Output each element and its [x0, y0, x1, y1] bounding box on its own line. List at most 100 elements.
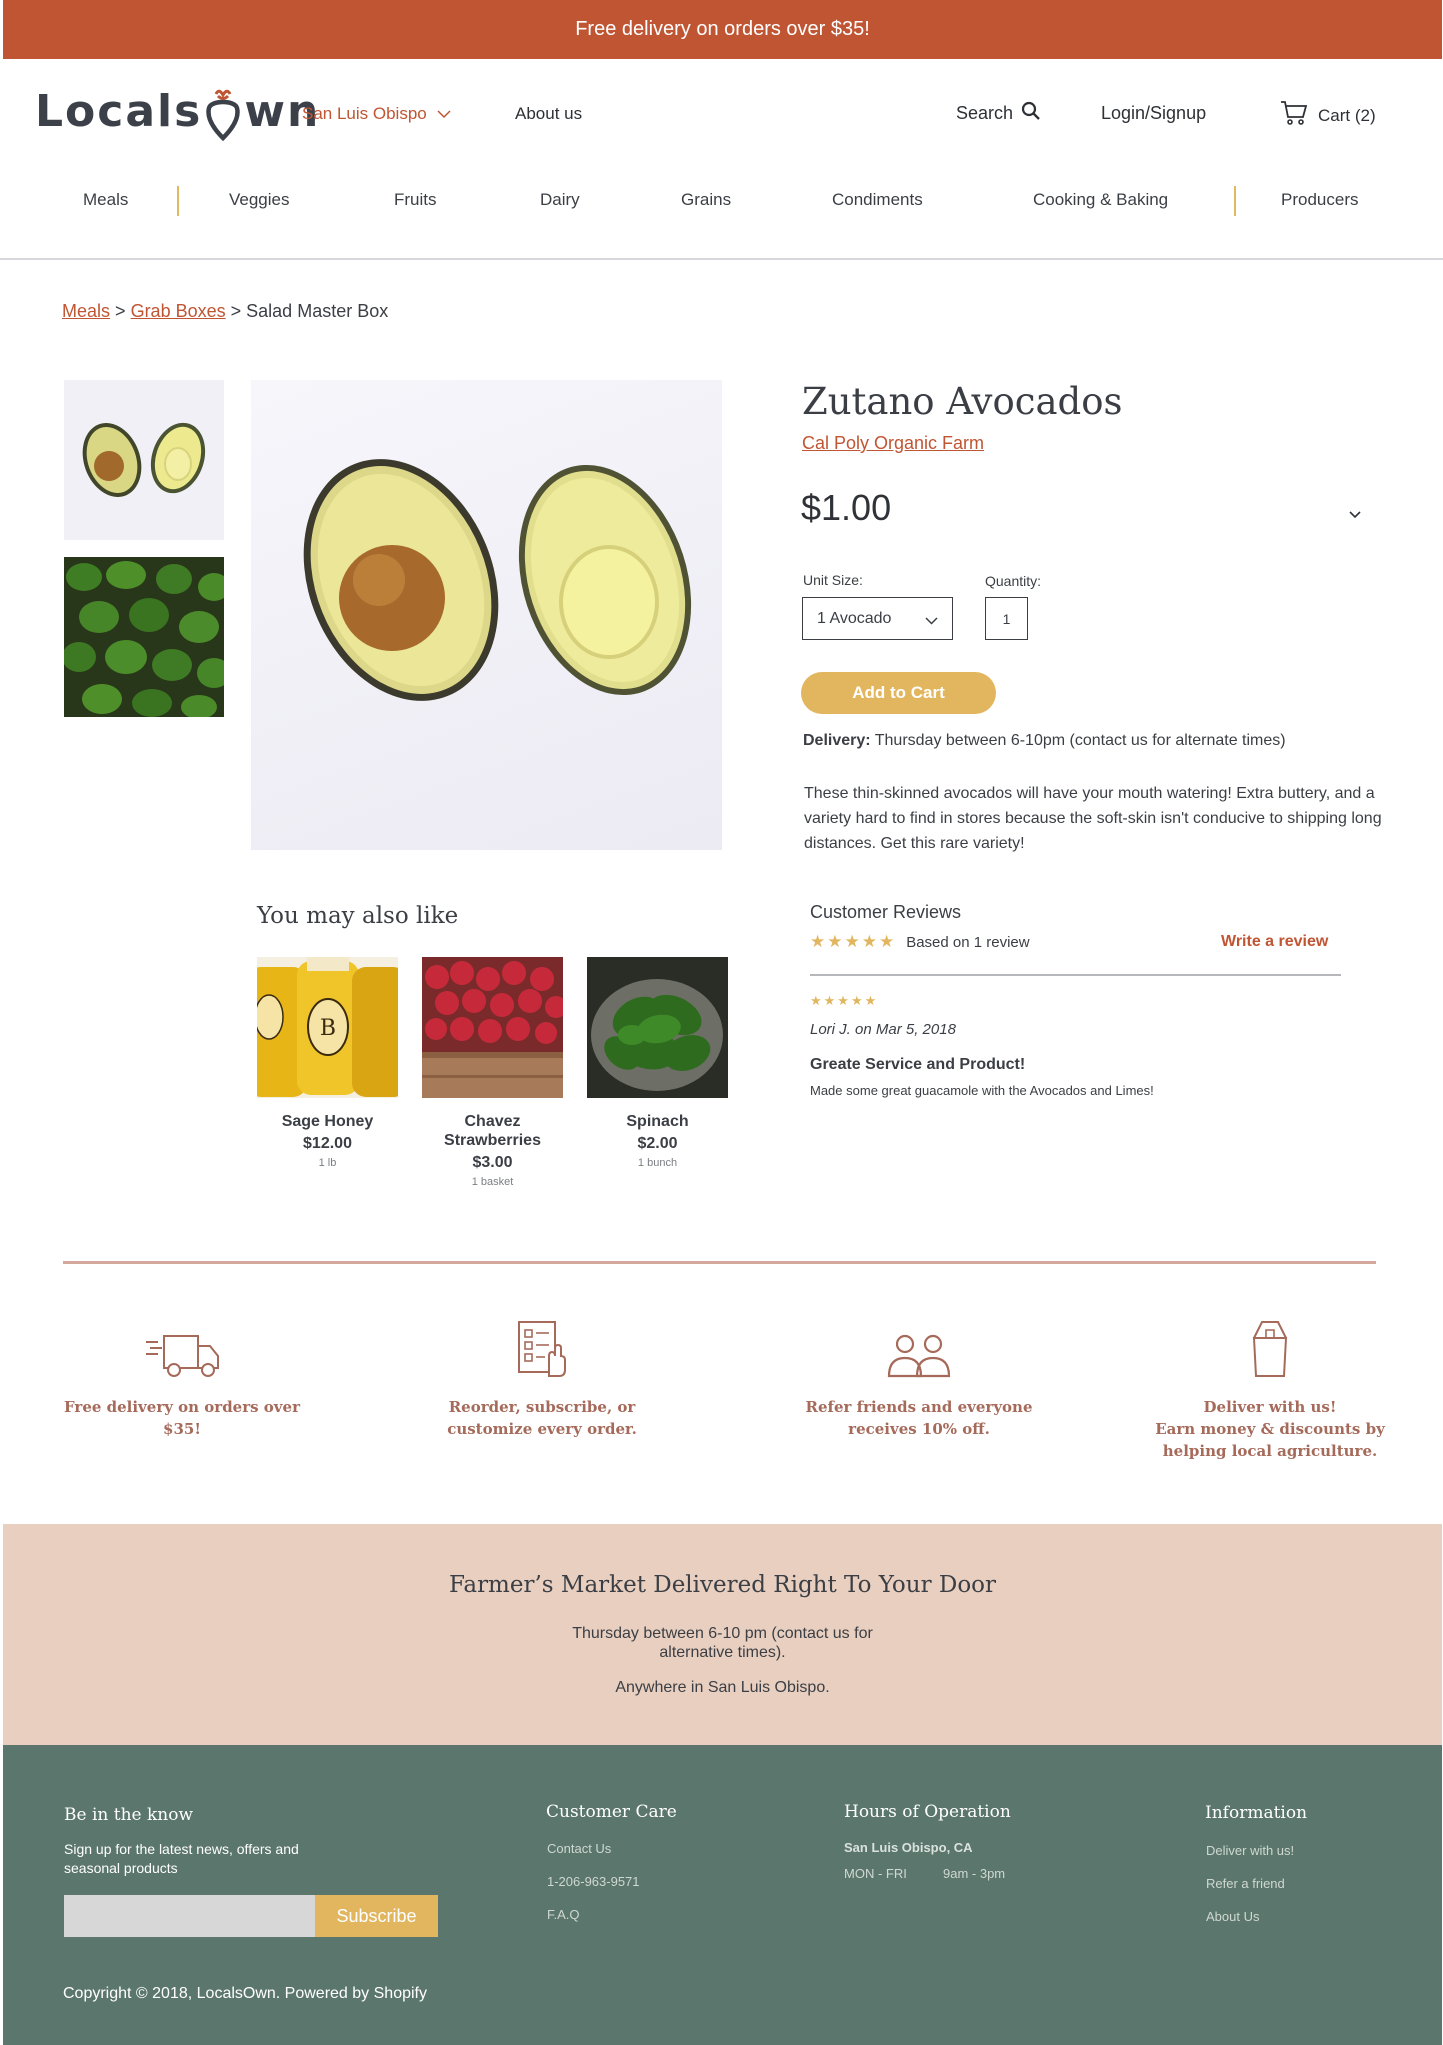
- feature-deliver-with-us: Deliver with us! Earn money & discounts …: [1139, 1318, 1401, 1462]
- delivery-info: Delivery: Thursday between 6-10pm (conta…: [803, 732, 1286, 750]
- add-to-cart-button[interactable]: Add to Cart: [801, 672, 996, 714]
- reviews-count: Based on 1 review: [906, 933, 1030, 951]
- breadcrumb: Meals > Grab Boxes > Salad Master Box: [62, 301, 388, 322]
- footer-hours-time: 9am - 3pm: [943, 1866, 1006, 1881]
- breadcrumb-separator: >: [115, 301, 126, 321]
- footer-newsletter-text: Sign up for the latest news, offers and …: [64, 1841, 299, 1876]
- feature-referral: Refer friends and everyone receives 10% …: [789, 1318, 1049, 1440]
- announcement-bar: Free delivery on orders over $35!: [3, 0, 1442, 59]
- nav-item-fruits[interactable]: Fruits: [394, 190, 437, 210]
- newsletter-email-input[interactable]: [64, 1895, 315, 1937]
- recommended-product[interactable]: Chavez Strawberries $3.00 1 basket: [422, 957, 563, 1188]
- review-author: Lori J. on Mar 5, 2018: [810, 1021, 956, 1038]
- quantity-input[interactable]: 1: [985, 597, 1028, 640]
- footer-hours-location: San Luis Obispo, CA: [844, 1840, 973, 1855]
- nav-divider: [177, 186, 179, 216]
- cart-icon: [1280, 100, 1308, 131]
- about-us-link[interactable]: About us: [515, 104, 582, 124]
- product-price: $1.00: [801, 487, 892, 528]
- footer-about-link[interactable]: About Us: [1206, 1909, 1259, 1924]
- delivery-text: Thursday between 6-10pm (contact us for …: [874, 732, 1286, 749]
- footer-contact-link[interactable]: Contact Us: [547, 1841, 611, 1856]
- nav-divider-line: [0, 258, 1443, 260]
- logo-text-left: Locals: [35, 85, 203, 137]
- feature-text: Refer friends and everyone receives 10% …: [805, 1398, 1033, 1438]
- footer-faq-link[interactable]: F.A.Q: [547, 1907, 580, 1922]
- site-logo[interactable]: Locals wn: [35, 84, 320, 142]
- star-rating-icon: ★★★★★: [810, 932, 897, 951]
- banner-schedule: Thursday between 6-10 pm (contact us for…: [572, 1625, 873, 1661]
- unit-size-select[interactable]: 1 Avocado: [802, 597, 953, 640]
- site-footer: Be in the know Sign up for the latest ne…: [3, 1745, 1442, 2045]
- features-divider: [63, 1261, 1376, 1264]
- footer-refer-link[interactable]: Refer a friend: [1206, 1876, 1285, 1891]
- bag-icon: [1139, 1318, 1401, 1378]
- cart-label: Cart (2): [1318, 105, 1376, 125]
- breadcrumb-current: Salad Master Box: [246, 301, 389, 321]
- footer-deliver-link[interactable]: Deliver with us!: [1206, 1843, 1294, 1858]
- nav-divider: [1234, 186, 1236, 216]
- nav-item-dairy[interactable]: Dairy: [540, 190, 580, 210]
- chevron-down-icon: [437, 104, 451, 124]
- footer-phone-link[interactable]: 1-206-963-9571: [547, 1874, 640, 1889]
- recommended-unit: 1 lb: [318, 1157, 337, 1169]
- footer-info-title: Information: [1205, 1803, 1308, 1823]
- subscribe-button[interactable]: Subscribe: [315, 1895, 438, 1937]
- recommended-name: Spinach: [626, 1113, 689, 1130]
- spinach-image[interactable]: [587, 957, 728, 1098]
- search-button[interactable]: Search: [956, 101, 1041, 126]
- nav-item-meals[interactable]: Meals: [83, 190, 128, 210]
- checklist-icon: [412, 1318, 672, 1378]
- product-title: Zutano Avocados: [802, 380, 1123, 423]
- truck-icon: [52, 1318, 312, 1378]
- recommended-unit: 1 basket: [471, 1176, 514, 1188]
- location-label: San Luis Obispo: [302, 104, 427, 123]
- footer-copyright: Copyright © 2018, LocalsOwn. Powered by …: [63, 1985, 427, 2002]
- feature-free-delivery: Free delivery on orders over $35!: [52, 1318, 312, 1440]
- login-signup-link[interactable]: Login/Signup: [1101, 103, 1206, 124]
- product-description: These thin-skinned avocados will have yo…: [804, 785, 1382, 852]
- unit-size-label: Unit Size:: [803, 572, 863, 588]
- strawberries-image[interactable]: [422, 957, 563, 1098]
- unit-size-value: 1 Avocado: [817, 609, 892, 627]
- thumbnail-avocado-halves[interactable]: [64, 380, 224, 540]
- reviews-divider: [810, 974, 1341, 976]
- chevron-down-icon[interactable]: [1349, 506, 1361, 524]
- footer-hours-days: MON - FRI: [844, 1866, 907, 1881]
- banner-heading: Farmer’s Market Delivered Right To Your …: [448, 1572, 997, 1598]
- breadcrumb-grab-boxes[interactable]: Grab Boxes: [131, 301, 226, 321]
- breadcrumb-separator: >: [230, 301, 242, 321]
- nav-item-condiments[interactable]: Condiments: [832, 190, 923, 210]
- recommended-price: $2.00: [637, 1135, 678, 1152]
- recommended-price: $12.00: [303, 1135, 352, 1152]
- footer-care-title: Customer Care: [546, 1802, 677, 1822]
- producer-link[interactable]: Cal Poly Organic Farm: [802, 433, 984, 454]
- recommended-product[interactable]: Spinach $2.00 1 bunch: [587, 957, 728, 1169]
- thumbnail-avocado-pile[interactable]: [64, 557, 224, 717]
- nav-item-veggies[interactable]: Veggies: [229, 190, 290, 210]
- category-nav: Meals Veggies Fruits Dairy Grains Condim…: [0, 186, 1443, 240]
- search-icon: [1021, 101, 1041, 126]
- delivery-banner: Farmer’s Market Delivered Right To Your …: [3, 1524, 1442, 1745]
- breadcrumb-meals[interactable]: Meals: [62, 301, 110, 321]
- cart-button[interactable]: Cart (2): [1280, 100, 1376, 131]
- chevron-down-icon: [925, 612, 938, 630]
- nav-item-cooking-baking[interactable]: Cooking & Baking: [1033, 190, 1168, 210]
- quantity-label: Quantity:: [985, 573, 1042, 589]
- footer-newsletter-title: Be in the know: [64, 1805, 194, 1825]
- recommended-product[interactable]: B Sage Honey $12.00 1 lb: [257, 957, 398, 1169]
- svg-text:B: B: [320, 1016, 336, 1041]
- feature-text: Reorder, subscribe, or customize every o…: [447, 1398, 637, 1438]
- also-like-title: You may also like: [257, 903, 459, 929]
- people-icon: [789, 1318, 1049, 1378]
- sage-honey-image[interactable]: B: [257, 957, 398, 1098]
- location-select[interactable]: San Luis Obispo: [302, 104, 451, 124]
- reviews-summary: ★★★★★ Based on 1 review: [810, 932, 1030, 952]
- product-main-image: [251, 380, 722, 850]
- write-review-link[interactable]: Write a review: [1221, 933, 1328, 951]
- nav-item-producers[interactable]: Producers: [1281, 190, 1358, 210]
- recommended-price: $3.00: [472, 1154, 513, 1171]
- nav-item-grains[interactable]: Grains: [681, 190, 731, 210]
- carrot-logo-icon: [203, 86, 243, 142]
- recommended-name: Chavez Strawberries: [444, 1113, 541, 1149]
